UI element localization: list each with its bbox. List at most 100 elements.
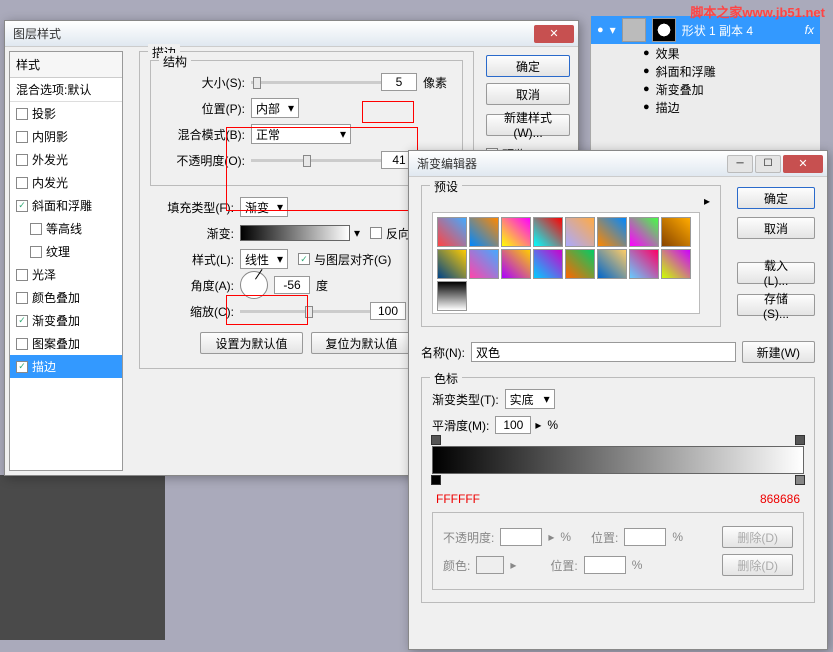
- effect-item[interactable]: ●渐变叠加: [591, 80, 820, 98]
- style-item-stroke[interactable]: ✓描边: [10, 355, 122, 378]
- checkbox[interactable]: [16, 292, 28, 304]
- style-item-dropshadow[interactable]: 投影: [10, 102, 122, 125]
- preset-swatch[interactable]: [661, 249, 691, 279]
- ok-button[interactable]: 确定: [737, 187, 815, 209]
- preset-swatch[interactable]: [629, 217, 659, 247]
- cancel-button[interactable]: 取消: [486, 83, 570, 105]
- checkbox[interactable]: [30, 246, 42, 258]
- smooth-input[interactable]: [495, 416, 531, 434]
- preset-swatch[interactable]: [533, 249, 563, 279]
- style-item-bevel[interactable]: ✓斜面和浮雕: [10, 194, 122, 217]
- checkbox[interactable]: [16, 269, 28, 281]
- preset-swatch[interactable]: [469, 217, 499, 247]
- blend-select[interactable]: 正常: [251, 124, 351, 144]
- minimize-icon[interactable]: ─: [727, 155, 753, 173]
- opacity-slider[interactable]: [251, 159, 381, 162]
- slider-thumb[interactable]: [303, 155, 311, 167]
- gradient-bar[interactable]: [432, 446, 804, 474]
- preset-swatch[interactable]: [533, 217, 563, 247]
- size-slider[interactable]: [251, 81, 381, 84]
- angle-input[interactable]: [274, 276, 310, 294]
- preset-swatch[interactable]: [501, 249, 531, 279]
- align-checkbox[interactable]: ✓: [298, 253, 310, 265]
- load-button[interactable]: 载入(L)...: [737, 262, 815, 284]
- style-item-outerglow[interactable]: 外发光: [10, 148, 122, 171]
- angle-knob[interactable]: [240, 271, 268, 299]
- style-item-innershadow[interactable]: 内阴影: [10, 125, 122, 148]
- checkbox[interactable]: [16, 177, 28, 189]
- scale-input[interactable]: [370, 302, 406, 320]
- presets-menu-icon[interactable]: ▸: [704, 194, 710, 208]
- visibility-icon[interactable]: ●: [643, 65, 650, 77]
- filltype-select[interactable]: 渐变: [240, 197, 288, 217]
- new-button[interactable]: 新建(W): [742, 341, 815, 363]
- visibility-icon[interactable]: ●: [643, 47, 650, 59]
- reverse-checkbox[interactable]: [370, 227, 382, 239]
- close-icon[interactable]: ✕: [534, 25, 574, 43]
- checkbox[interactable]: [16, 108, 28, 120]
- size-input[interactable]: [381, 73, 417, 91]
- preset-swatch[interactable]: [501, 217, 531, 247]
- position-select[interactable]: 内部: [251, 98, 299, 118]
- style-item-satin[interactable]: 光泽: [10, 263, 122, 286]
- effect-item[interactable]: ●斜面和浮雕: [591, 62, 820, 80]
- style-item-contour[interactable]: 等高线: [10, 217, 122, 240]
- gradient-dropdown-icon[interactable]: ▾: [354, 226, 360, 240]
- blending-options-item[interactable]: 混合选项:默认: [10, 78, 122, 102]
- preset-swatch[interactable]: [565, 249, 595, 279]
- visibility-icon[interactable]: ●: [643, 83, 650, 95]
- new-style-button[interactable]: 新建样式(W)...: [486, 114, 570, 136]
- fx-badge[interactable]: fx: [805, 23, 814, 37]
- checkbox[interactable]: [16, 131, 28, 143]
- checkbox[interactable]: [16, 338, 28, 350]
- close-icon[interactable]: ✕: [783, 155, 823, 173]
- name-input[interactable]: [471, 342, 736, 362]
- titlebar[interactable]: 渐变编辑器 ─ ☐ ✕: [409, 151, 827, 177]
- checkbox[interactable]: ✓: [16, 361, 28, 373]
- visibility-icon[interactable]: ●: [643, 101, 650, 113]
- preset-swatch[interactable]: [661, 217, 691, 247]
- preset-swatch[interactable]: [597, 249, 627, 279]
- color-stop-left[interactable]: [431, 475, 441, 485]
- preset-swatch[interactable]: [629, 249, 659, 279]
- effect-item[interactable]: ●描边: [591, 98, 820, 116]
- style-item-coloroverlay[interactable]: 颜色叠加: [10, 286, 122, 309]
- opacity-stop-right[interactable]: [795, 435, 805, 445]
- maximize-icon[interactable]: ☐: [755, 155, 781, 173]
- gradient-preview[interactable]: [240, 225, 350, 241]
- set-default-button[interactable]: 设置为默认值: [200, 332, 302, 354]
- styles-header[interactable]: 样式: [10, 52, 122, 78]
- checkbox[interactable]: ✓: [16, 200, 28, 212]
- slider-thumb[interactable]: [253, 77, 261, 89]
- opacity-stop-left[interactable]: [431, 435, 441, 445]
- preset-swatch[interactable]: [469, 249, 499, 279]
- preset-swatch[interactable]: [437, 281, 467, 311]
- effects-header[interactable]: ● 效果: [591, 44, 820, 62]
- preset-swatch[interactable]: [437, 249, 467, 279]
- preset-swatch[interactable]: [597, 217, 627, 247]
- slider-thumb[interactable]: [305, 306, 313, 318]
- style-select[interactable]: 线性: [240, 249, 288, 269]
- style-item-gradientoverlay[interactable]: ✓渐变叠加: [10, 309, 122, 332]
- style-item-patternoverlay[interactable]: 图案叠加: [10, 332, 122, 355]
- smooth-dropdown-icon[interactable]: ▸: [535, 418, 541, 432]
- mask-thumbnail[interactable]: [652, 18, 676, 42]
- reset-default-button[interactable]: 复位为默认值: [311, 332, 413, 354]
- scale-slider[interactable]: [240, 310, 370, 313]
- preset-swatch[interactable]: [437, 217, 467, 247]
- arrow-icon[interactable]: ▾: [610, 23, 616, 37]
- titlebar[interactable]: 图层样式 ✕: [5, 21, 578, 47]
- style-item-texture[interactable]: 纹理: [10, 240, 122, 263]
- checkbox[interactable]: [30, 223, 42, 235]
- checkbox[interactable]: [16, 154, 28, 166]
- preset-swatch[interactable]: [565, 217, 595, 247]
- ok-button[interactable]: 确定: [486, 55, 570, 77]
- save-button[interactable]: 存储(S)...: [737, 294, 815, 316]
- checkbox[interactable]: ✓: [16, 315, 28, 327]
- layer-thumbnail[interactable]: [622, 18, 646, 42]
- visibility-icon[interactable]: ●: [597, 24, 604, 36]
- grad-type-select[interactable]: 实底: [505, 389, 555, 409]
- style-item-innerglow[interactable]: 内发光: [10, 171, 122, 194]
- cancel-button[interactable]: 取消: [737, 217, 815, 239]
- color-stop-right[interactable]: [795, 475, 805, 485]
